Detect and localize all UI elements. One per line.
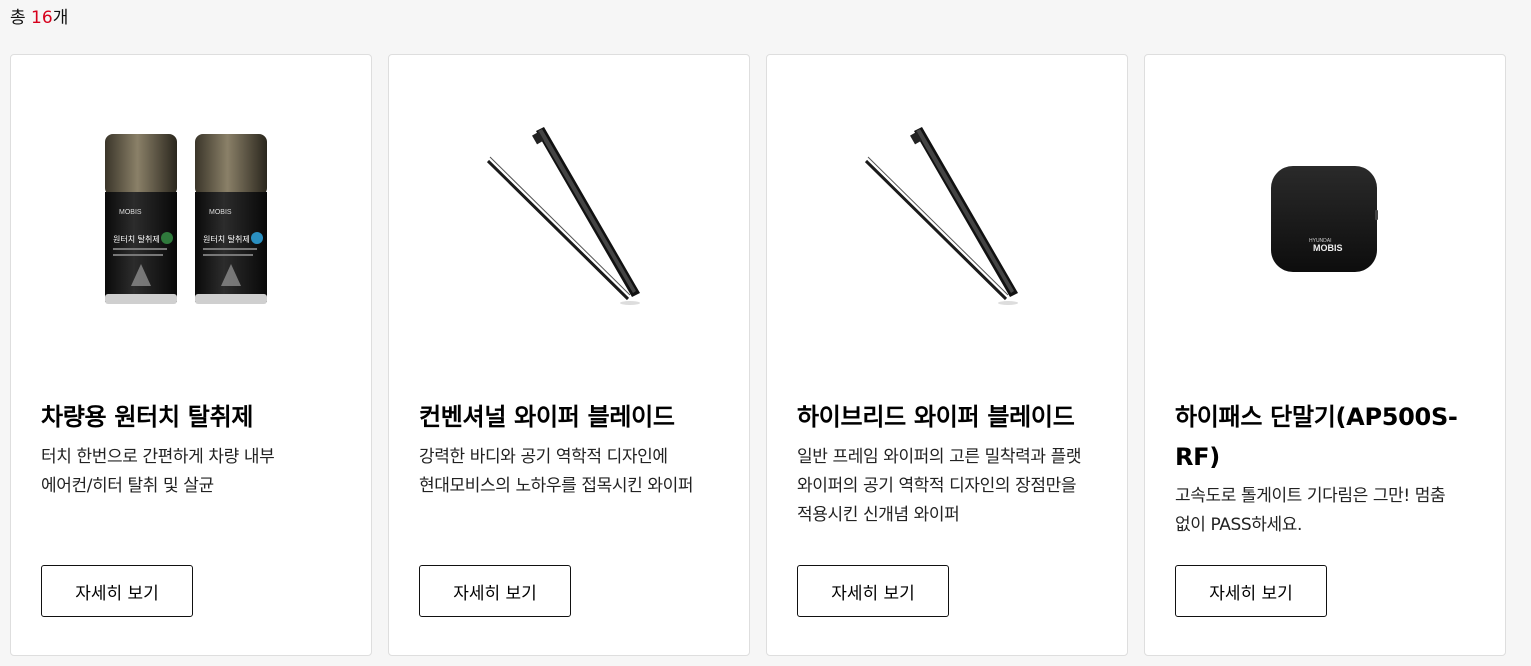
product-card-deodorizer: MOBIS 원터치 탈취제 MOBIS 원터치 탈취제 차량용 원터치 탈취제 … bbox=[10, 54, 372, 656]
wiper-blade-image bbox=[486, 127, 640, 305]
product-image-hipass: HYUNDAI MOBIS bbox=[1145, 55, 1505, 385]
can-2-label: 원터치 탈취제 bbox=[203, 234, 250, 244]
product-title: 차량용 원터치 탈취제 bbox=[41, 403, 254, 431]
product-card-hybrid-wiper: 하이브리드 와이퍼 블레이드 일반 프레임 와이퍼의 고른 밀착력과 플랫 와이… bbox=[766, 54, 1128, 656]
product-description: 일반 프레임 와이퍼의 고른 밀착력과 플랫 와이퍼의 공기 역학적 디자인의 … bbox=[797, 447, 1082, 525]
hipass-device-image: HYUNDAI MOBIS bbox=[1271, 166, 1378, 272]
result-count-suffix: 개 bbox=[52, 8, 69, 28]
view-details-button[interactable]: 자세히 보기 bbox=[797, 565, 949, 617]
result-count: 총 16개 bbox=[10, 6, 68, 30]
can-1-label: 원터치 탈취제 bbox=[113, 234, 160, 244]
can-1-brand: MOBIS bbox=[119, 209, 142, 216]
result-count-prefix: 총 bbox=[10, 8, 32, 28]
view-details-button[interactable]: 자세히 보기 bbox=[41, 565, 193, 617]
device-brand: MOBIS bbox=[1313, 243, 1343, 253]
product-description: 강력한 바디와 공기 역학적 디자인에 현대모비스의 노하우를 접목시킨 와이퍼 bbox=[419, 447, 694, 496]
can-2-brand: MOBIS bbox=[209, 209, 232, 216]
product-description: 터치 한번으로 간편하게 차량 내부 에어컨/히터 탈취 및 살균 bbox=[41, 447, 275, 496]
product-title: 하이브리드 와이퍼 블레이드 bbox=[797, 403, 1075, 431]
product-image-deodorizer: MOBIS 원터치 탈취제 MOBIS 원터치 탈취제 bbox=[11, 55, 371, 385]
product-card-hipass: HYUNDAI MOBIS 하이패스 단말기(AP500S-RF) 고속도로 톨… bbox=[1144, 54, 1506, 656]
product-title: 하이패스 단말기(AP500S-RF) bbox=[1175, 403, 1458, 471]
product-image-conventional-wiper bbox=[389, 55, 749, 385]
product-card-conventional-wiper: 컨벤셔널 와이퍼 블레이드 강력한 바디와 공기 역학적 디자인에 현대모비스의… bbox=[388, 54, 750, 656]
product-grid: MOBIS 원터치 탈취제 MOBIS 원터치 탈취제 차량용 원터치 탈취제 … bbox=[10, 54, 1506, 656]
product-description: 고속도로 톨게이트 기다림은 그만! 멈춤 없이 PASS하세요. bbox=[1175, 486, 1446, 535]
deodorizer-cans-image: MOBIS 원터치 탈취제 MOBIS 원터치 탈취제 bbox=[105, 134, 267, 304]
product-image-hybrid-wiper bbox=[767, 55, 1127, 385]
result-count-number: 16 bbox=[31, 8, 53, 28]
view-details-button[interactable]: 자세히 보기 bbox=[419, 565, 571, 617]
view-details-button[interactable]: 자세히 보기 bbox=[1175, 565, 1327, 617]
wiper-blade-image bbox=[864, 127, 1018, 305]
product-title: 컨벤셔널 와이퍼 블레이드 bbox=[419, 403, 675, 431]
